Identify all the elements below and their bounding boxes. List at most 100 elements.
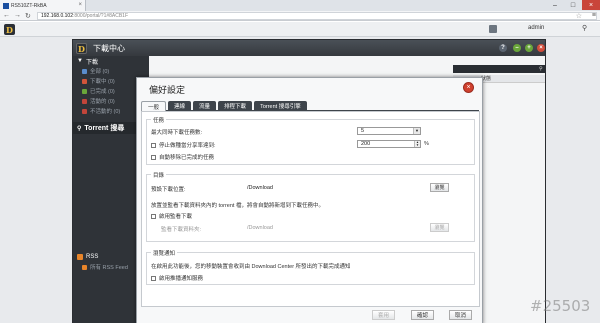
browse-button[interactable]: 瀏覽 bbox=[430, 183, 449, 192]
auto-remove-row: 自動移除已完成的任務 bbox=[151, 153, 214, 161]
help-icon[interactable]: ? bbox=[499, 44, 507, 52]
window-minimize-icon[interactable]: – bbox=[513, 44, 521, 52]
main-menu-icon[interactable]: D bbox=[4, 24, 15, 35]
auto-remove-label: 自動移除已完成的任務 bbox=[159, 155, 215, 161]
browser-tab[interactable]: RS510ZT-RkBA × bbox=[0, 0, 86, 11]
stepper-icon[interactable]: ▲ ▼ bbox=[414, 141, 420, 147]
magnifier-icon: ⚲ bbox=[77, 125, 82, 132]
seed-limit-value: 200 bbox=[361, 141, 371, 147]
enable-watch-row: 啟用監看下載 bbox=[151, 212, 192, 220]
window-title: 下載中心 bbox=[93, 44, 125, 53]
watch-folder-row: 監看下載資料夾: bbox=[161, 225, 201, 233]
username[interactable]: admin bbox=[528, 25, 544, 31]
maximize-icon[interactable]: □ bbox=[564, 0, 582, 10]
max-downloads-value: 5 bbox=[361, 128, 365, 134]
chevron-down-icon: ▼ bbox=[413, 128, 420, 134]
downloading-icon bbox=[82, 78, 87, 84]
download-center-icon: D bbox=[76, 43, 87, 54]
url-host: 192.168.0.102 bbox=[41, 12, 73, 19]
task-fieldset: 任務 最大同時下載任務數: 5 ▼ 停止做種當分享率達到: 200 ▲▼ % bbox=[146, 116, 475, 165]
enable-watch-checkbox[interactable] bbox=[151, 213, 156, 219]
address-bar: ← → ↻ 192.168.0.102:8000/portal/?1#8ACB1… bbox=[0, 11, 600, 21]
torrent-search-label: Torrent 搜尋 bbox=[84, 125, 125, 132]
auto-remove-checkbox[interactable] bbox=[151, 154, 156, 160]
seed-limit-label: 停止做種當分享率達到: bbox=[159, 143, 216, 149]
enable-push-checkbox[interactable] bbox=[151, 275, 156, 281]
sidebar-item-label: 下載中 (0) bbox=[90, 79, 115, 85]
forward-icon[interactable]: → bbox=[14, 12, 22, 19]
list-search-icon[interactable]: ⚲ bbox=[539, 66, 543, 72]
ok-button[interactable]: 確認 bbox=[411, 310, 434, 320]
enable-push-label: 啟用推播通知服務 bbox=[159, 276, 204, 282]
seed-limit-input[interactable]: 200 ▲ ▼ bbox=[357, 140, 421, 148]
window-close-icon[interactable]: × bbox=[537, 44, 545, 52]
window-controls: – □ × bbox=[546, 0, 600, 10]
sidebar-item-all[interactable]: 全部 (0) bbox=[73, 66, 149, 76]
directory-legend: 目錄 bbox=[151, 171, 167, 179]
seed-limit-unit: % bbox=[424, 141, 429, 147]
watch-desc-text: 放置並監看下載資料夾內的 torrent 檔，將會自動將新增到下載任務中。 bbox=[151, 203, 324, 209]
window-maximize-icon[interactable]: + bbox=[525, 44, 533, 52]
notification-legend: 瀏覽通知 bbox=[151, 249, 178, 257]
preferences-dialog: 偏好設定 × 一般 連線 流量 排程下載 Torrent 搜尋引擎 任務 最大同… bbox=[136, 77, 483, 323]
browse-watch-button[interactable]: 瀏覽 bbox=[430, 223, 449, 232]
tab-connection[interactable]: 連線 bbox=[168, 101, 192, 111]
rss-feed-icon bbox=[82, 264, 87, 270]
tab-torrent-search-engine[interactable]: Torrent 搜尋引擎 bbox=[254, 101, 307, 111]
seed-limit-row: 停止做種當分享率達到: bbox=[151, 141, 216, 149]
directory-fieldset: 目錄 預設下載位置: /Download 瀏覽 放置並監看下載資料夾內的 tor… bbox=[146, 171, 475, 242]
download-arrow-icon: ▼ bbox=[77, 58, 83, 64]
rss-icon bbox=[77, 254, 83, 260]
sidebar-item-label: 活動的 (0) bbox=[90, 99, 115, 105]
rss-section-label: RSS bbox=[86, 254, 99, 260]
apply-button[interactable]: 套用 bbox=[372, 310, 395, 320]
rss-item-label: 所有 RSS Feed bbox=[90, 265, 128, 271]
favicon-icon bbox=[3, 2, 9, 9]
enable-watch-label: 啟用監看下載 bbox=[159, 214, 193, 220]
tab-general[interactable]: 一般 bbox=[141, 101, 167, 111]
minimize-icon[interactable]: – bbox=[546, 0, 564, 10]
nas-desktop: D admin ⚲ D 下載中心 ? – + × ▼ 下載 全部 (0) 下載中 bbox=[0, 22, 600, 323]
enable-push-row: 啟用推播通知服務 bbox=[151, 274, 203, 282]
bookmark-star-icon[interactable]: ☆ bbox=[576, 12, 582, 20]
back-icon[interactable]: ← bbox=[3, 12, 11, 19]
watermark: #25503 bbox=[530, 297, 591, 315]
browser-tab-title: RS510ZT-RkBA bbox=[11, 2, 47, 9]
watch-folder-value: /Download bbox=[247, 225, 273, 231]
window-header[interactable]: D 下載中心 ? – + × bbox=[73, 40, 545, 56]
cancel-button[interactable]: 取消 bbox=[449, 310, 472, 320]
tab-traffic[interactable]: 流量 bbox=[193, 101, 217, 111]
active-icon bbox=[82, 98, 87, 104]
sidebar-section-download[interactable]: ▼ 下載 bbox=[73, 56, 149, 66]
notify-desc-text: 在啟用此功能後，您的移動裝置會收到由 Download Center 所發出的下… bbox=[151, 264, 351, 270]
default-folder-label: 預設下載位置: bbox=[151, 187, 186, 193]
sidebar-item-label: 已完成 (0) bbox=[90, 89, 115, 95]
search-icon[interactable]: ⚲ bbox=[582, 24, 587, 32]
browser-menu-icon[interactable]: ≡ bbox=[592, 12, 596, 19]
close-icon[interactable]: × bbox=[582, 0, 600, 10]
seed-limit-checkbox[interactable] bbox=[151, 142, 156, 148]
sidebar-item-label: 全部 (0) bbox=[90, 69, 110, 75]
general-panel: 任務 最大同時下載任務數: 5 ▼ 停止做種當分享率達到: 200 ▲▼ % bbox=[141, 111, 480, 307]
reload-icon[interactable]: ↻ bbox=[25, 12, 33, 20]
all-icon bbox=[82, 68, 87, 74]
notification-fieldset: 瀏覽通知 在啟用此功能後，您的移動裝置會收到由 Download Center … bbox=[146, 249, 475, 285]
task-legend: 任務 bbox=[151, 116, 167, 124]
dialog-close-icon[interactable]: × bbox=[463, 82, 474, 93]
dialog-tabs: 一般 連線 流量 排程下載 Torrent 搜尋引擎 bbox=[141, 101, 479, 111]
inactive-icon bbox=[82, 108, 87, 114]
user-icon[interactable] bbox=[489, 25, 497, 33]
notification-description: 在啟用此功能後，您的移動裝置會收到由 Download Center 所發出的下… bbox=[151, 262, 351, 270]
tab-close-icon[interactable]: × bbox=[78, 2, 82, 8]
tab-schedule[interactable]: 排程下載 bbox=[218, 101, 253, 111]
max-downloads-select[interactable]: 5 ▼ bbox=[357, 127, 421, 135]
url-path: :8000/portal/?1#8ACB1F bbox=[72, 12, 129, 19]
list-search-field[interactable] bbox=[453, 65, 545, 73]
url-input[interactable]: 192.168.0.102:8000/portal/?1#8ACB1F bbox=[37, 11, 597, 20]
sidebar-section-label: 下載 bbox=[85, 59, 98, 66]
watch-folder-label: 監看下載資料夾: bbox=[161, 227, 202, 233]
sidebar-item-label: 不活動的 (0) bbox=[90, 109, 121, 115]
completed-icon bbox=[82, 88, 87, 94]
dialog-title: 偏好設定 bbox=[149, 85, 186, 95]
nas-topbar: D admin ⚲ bbox=[0, 22, 600, 37]
